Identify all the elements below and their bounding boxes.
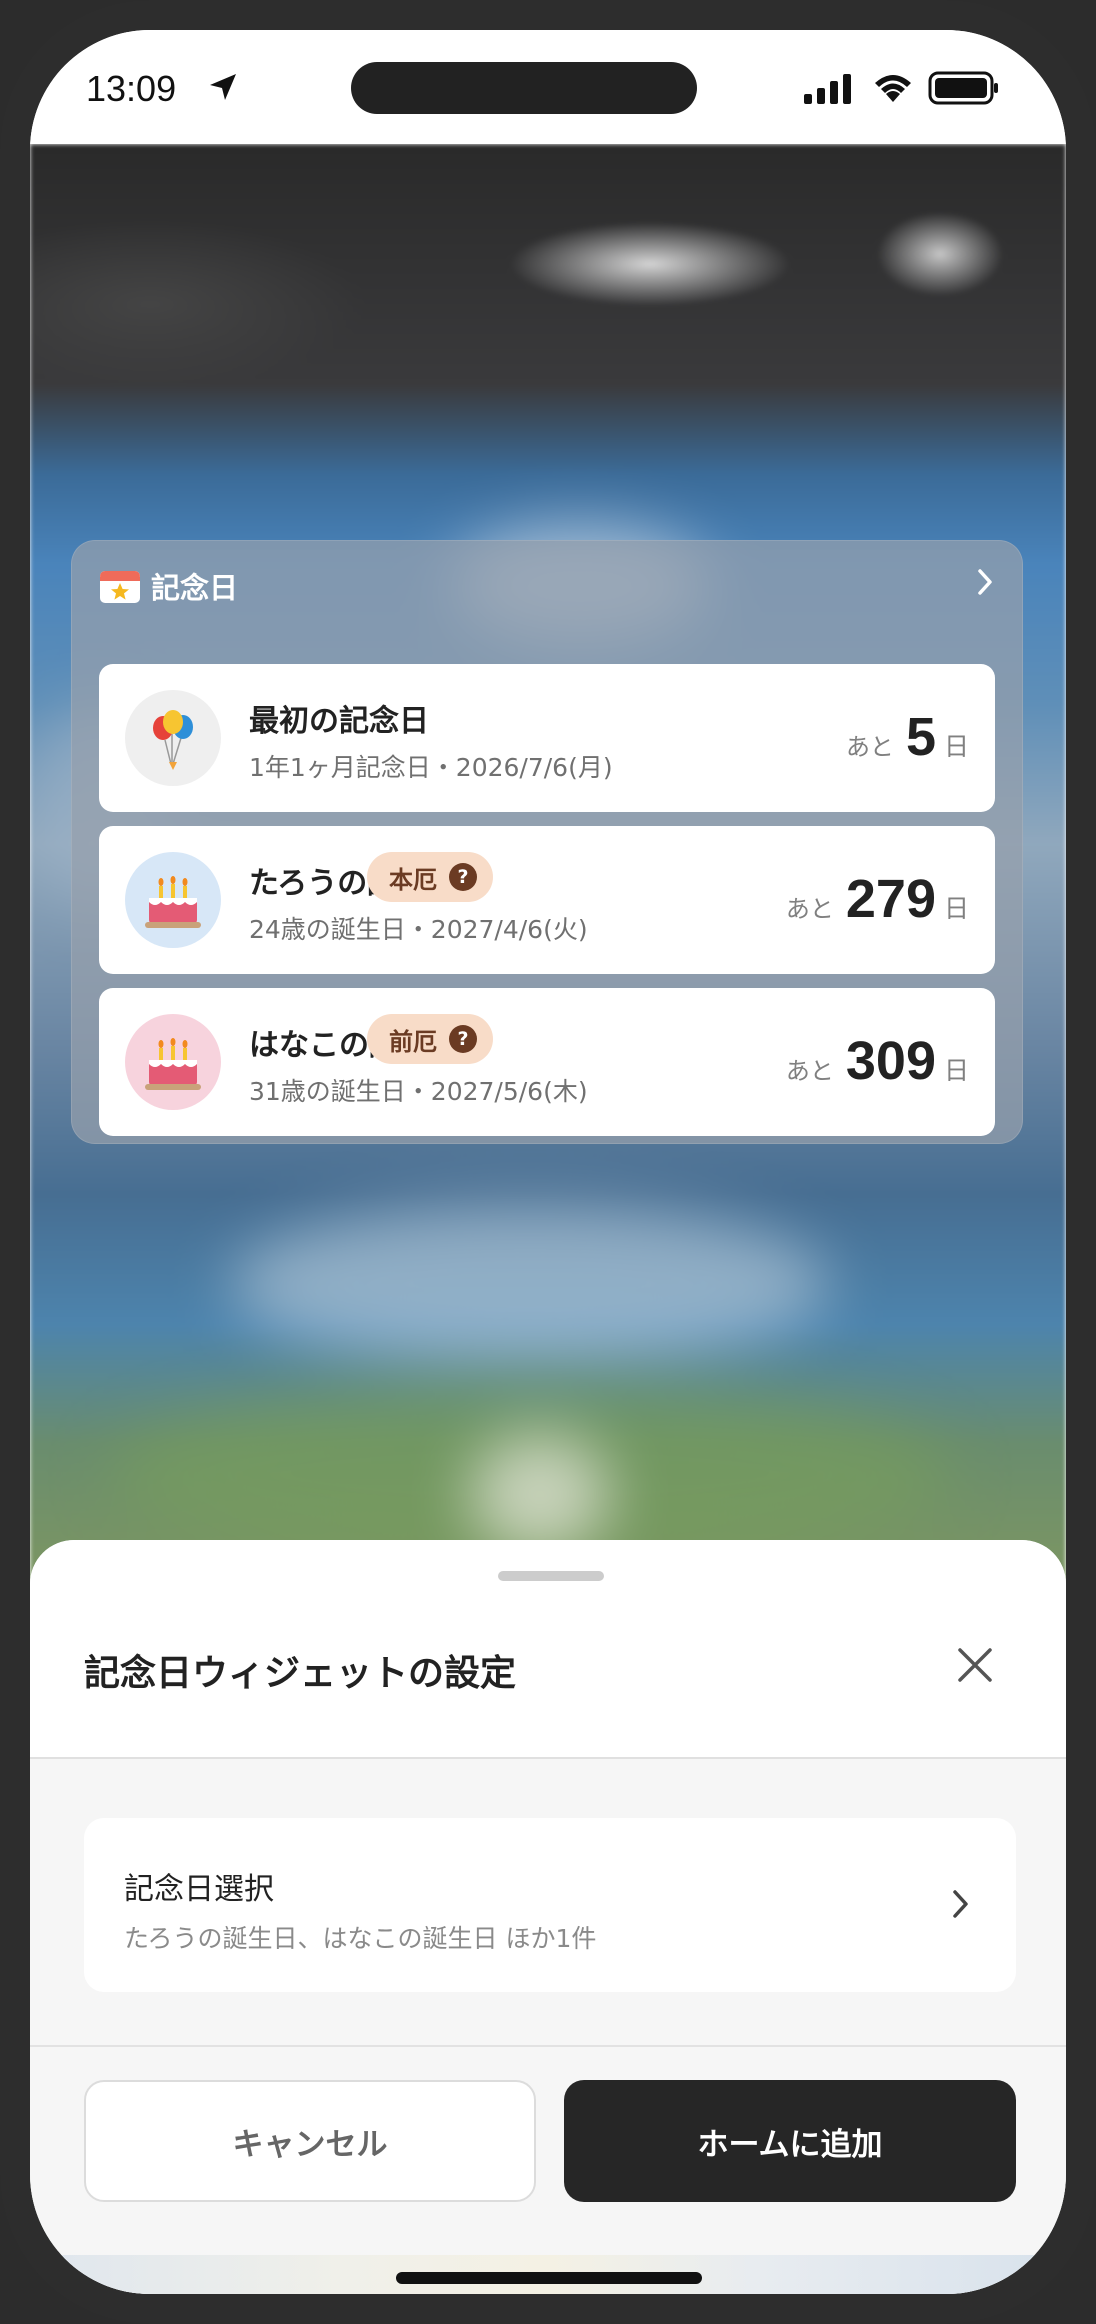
- dynamic-island: [351, 62, 697, 114]
- balloons-icon: [153, 710, 193, 770]
- sheet-grabber[interactable]: [498, 1571, 604, 1581]
- days-unit: 日: [943, 894, 969, 923]
- anniversary-card[interactable]: 最初の記念日 1年1ヶ月記念日・2026/7/6(月) あと 5 日: [99, 664, 995, 812]
- question-circle-icon: ?: [449, 863, 477, 891]
- question-circle-icon: ?: [449, 1025, 477, 1053]
- widget-header: 記念日: [99, 566, 238, 606]
- days-remaining: あと 5 日: [845, 706, 969, 767]
- anniversary-card[interactable]: たろうの誕生日 本厄 ? 24歳の誕生日・2027/4/6(火) あと 279 …: [99, 826, 995, 974]
- battery-icon: [928, 71, 998, 105]
- anniversary-subtitle: 31歳の誕生日・2027/5/6(木): [249, 1077, 588, 1106]
- anniversary-name: 最初の記念日: [249, 704, 429, 739]
- days-unit: 日: [943, 1056, 969, 1085]
- days-count: 5: [905, 707, 936, 767]
- avatar: [125, 852, 221, 948]
- days-prefix: あと: [845, 733, 894, 761]
- add-to-home-button[interactable]: ホームに追加: [564, 2080, 1016, 2202]
- birthday-cake-icon: [145, 1038, 201, 1090]
- days-prefix: あと: [785, 895, 834, 923]
- anniversary-select-row[interactable]: 記念日選択 たろうの誕生日、はなこの誕生日 ほか1件: [84, 1818, 1016, 1992]
- home-indicator[interactable]: [396, 2272, 702, 2284]
- badge-label: 本厄: [389, 865, 437, 894]
- status-bar: 13:09: [30, 30, 1066, 144]
- days-unit: 日: [943, 732, 969, 761]
- avatar: [125, 690, 221, 786]
- phone-screen: 13:09 記念日 最初の記念日 1年1ヶ月記念日・2026/7/6(月) あと…: [30, 30, 1066, 2294]
- anniversary-widget-preview: 記念日 最初の記念日 1年1ヶ月記念日・2026/7/6(月) あと 5 日 た…: [71, 540, 1023, 1144]
- chevron-right-icon[interactable]: [971, 564, 999, 600]
- badge-label: 前厄: [389, 1027, 437, 1056]
- sheet-header: 記念日ウィジェットの設定: [30, 1540, 1066, 1759]
- days-remaining: あと 279 日: [785, 868, 969, 929]
- anniversary-subtitle: 1年1ヶ月記念日・2026/7/6(月): [249, 753, 613, 782]
- anniversary-subtitle: 24歳の誕生日・2027/4/6(火): [249, 915, 588, 944]
- calendar-star-icon: [100, 571, 140, 603]
- cancel-button[interactable]: キャンセル: [84, 2080, 536, 2202]
- cellular-signal-icon: [804, 74, 851, 104]
- setting-value: たろうの誕生日、はなこの誕生日 ほか1件: [124, 1924, 597, 1953]
- chevron-right-icon: [953, 1890, 968, 1918]
- days-remaining: あと 309 日: [785, 1030, 969, 1091]
- setting-title: 記念日選択: [124, 1872, 274, 1907]
- yakudoshi-badge[interactable]: 前厄 ?: [367, 1014, 493, 1064]
- location-arrow-icon: [210, 74, 236, 100]
- sheet-title: 記念日ウィジェットの設定: [84, 1653, 517, 1694]
- status-time: 13:09: [86, 68, 177, 109]
- avatar: [125, 1014, 221, 1110]
- yakudoshi-badge[interactable]: 本厄 ?: [367, 852, 493, 902]
- days-count: 309: [845, 1031, 936, 1091]
- close-icon[interactable]: [950, 1640, 1000, 1690]
- widget-settings-sheet: 記念日ウィジェットの設定 記念日選択 たろうの誕生日、はなこの誕生日 ほか1件 …: [30, 1540, 1066, 2294]
- anniversary-card[interactable]: はなこの誕生日 前厄 ? 31歳の誕生日・2027/5/6(木) あと 309 …: [99, 988, 995, 1136]
- birthday-cake-icon: [145, 876, 201, 928]
- days-prefix: あと: [785, 1057, 834, 1085]
- divider: [30, 2045, 1066, 2047]
- widget-title: 記念日: [151, 571, 239, 605]
- wifi-icon: [875, 75, 911, 102]
- days-count: 279: [845, 869, 936, 929]
